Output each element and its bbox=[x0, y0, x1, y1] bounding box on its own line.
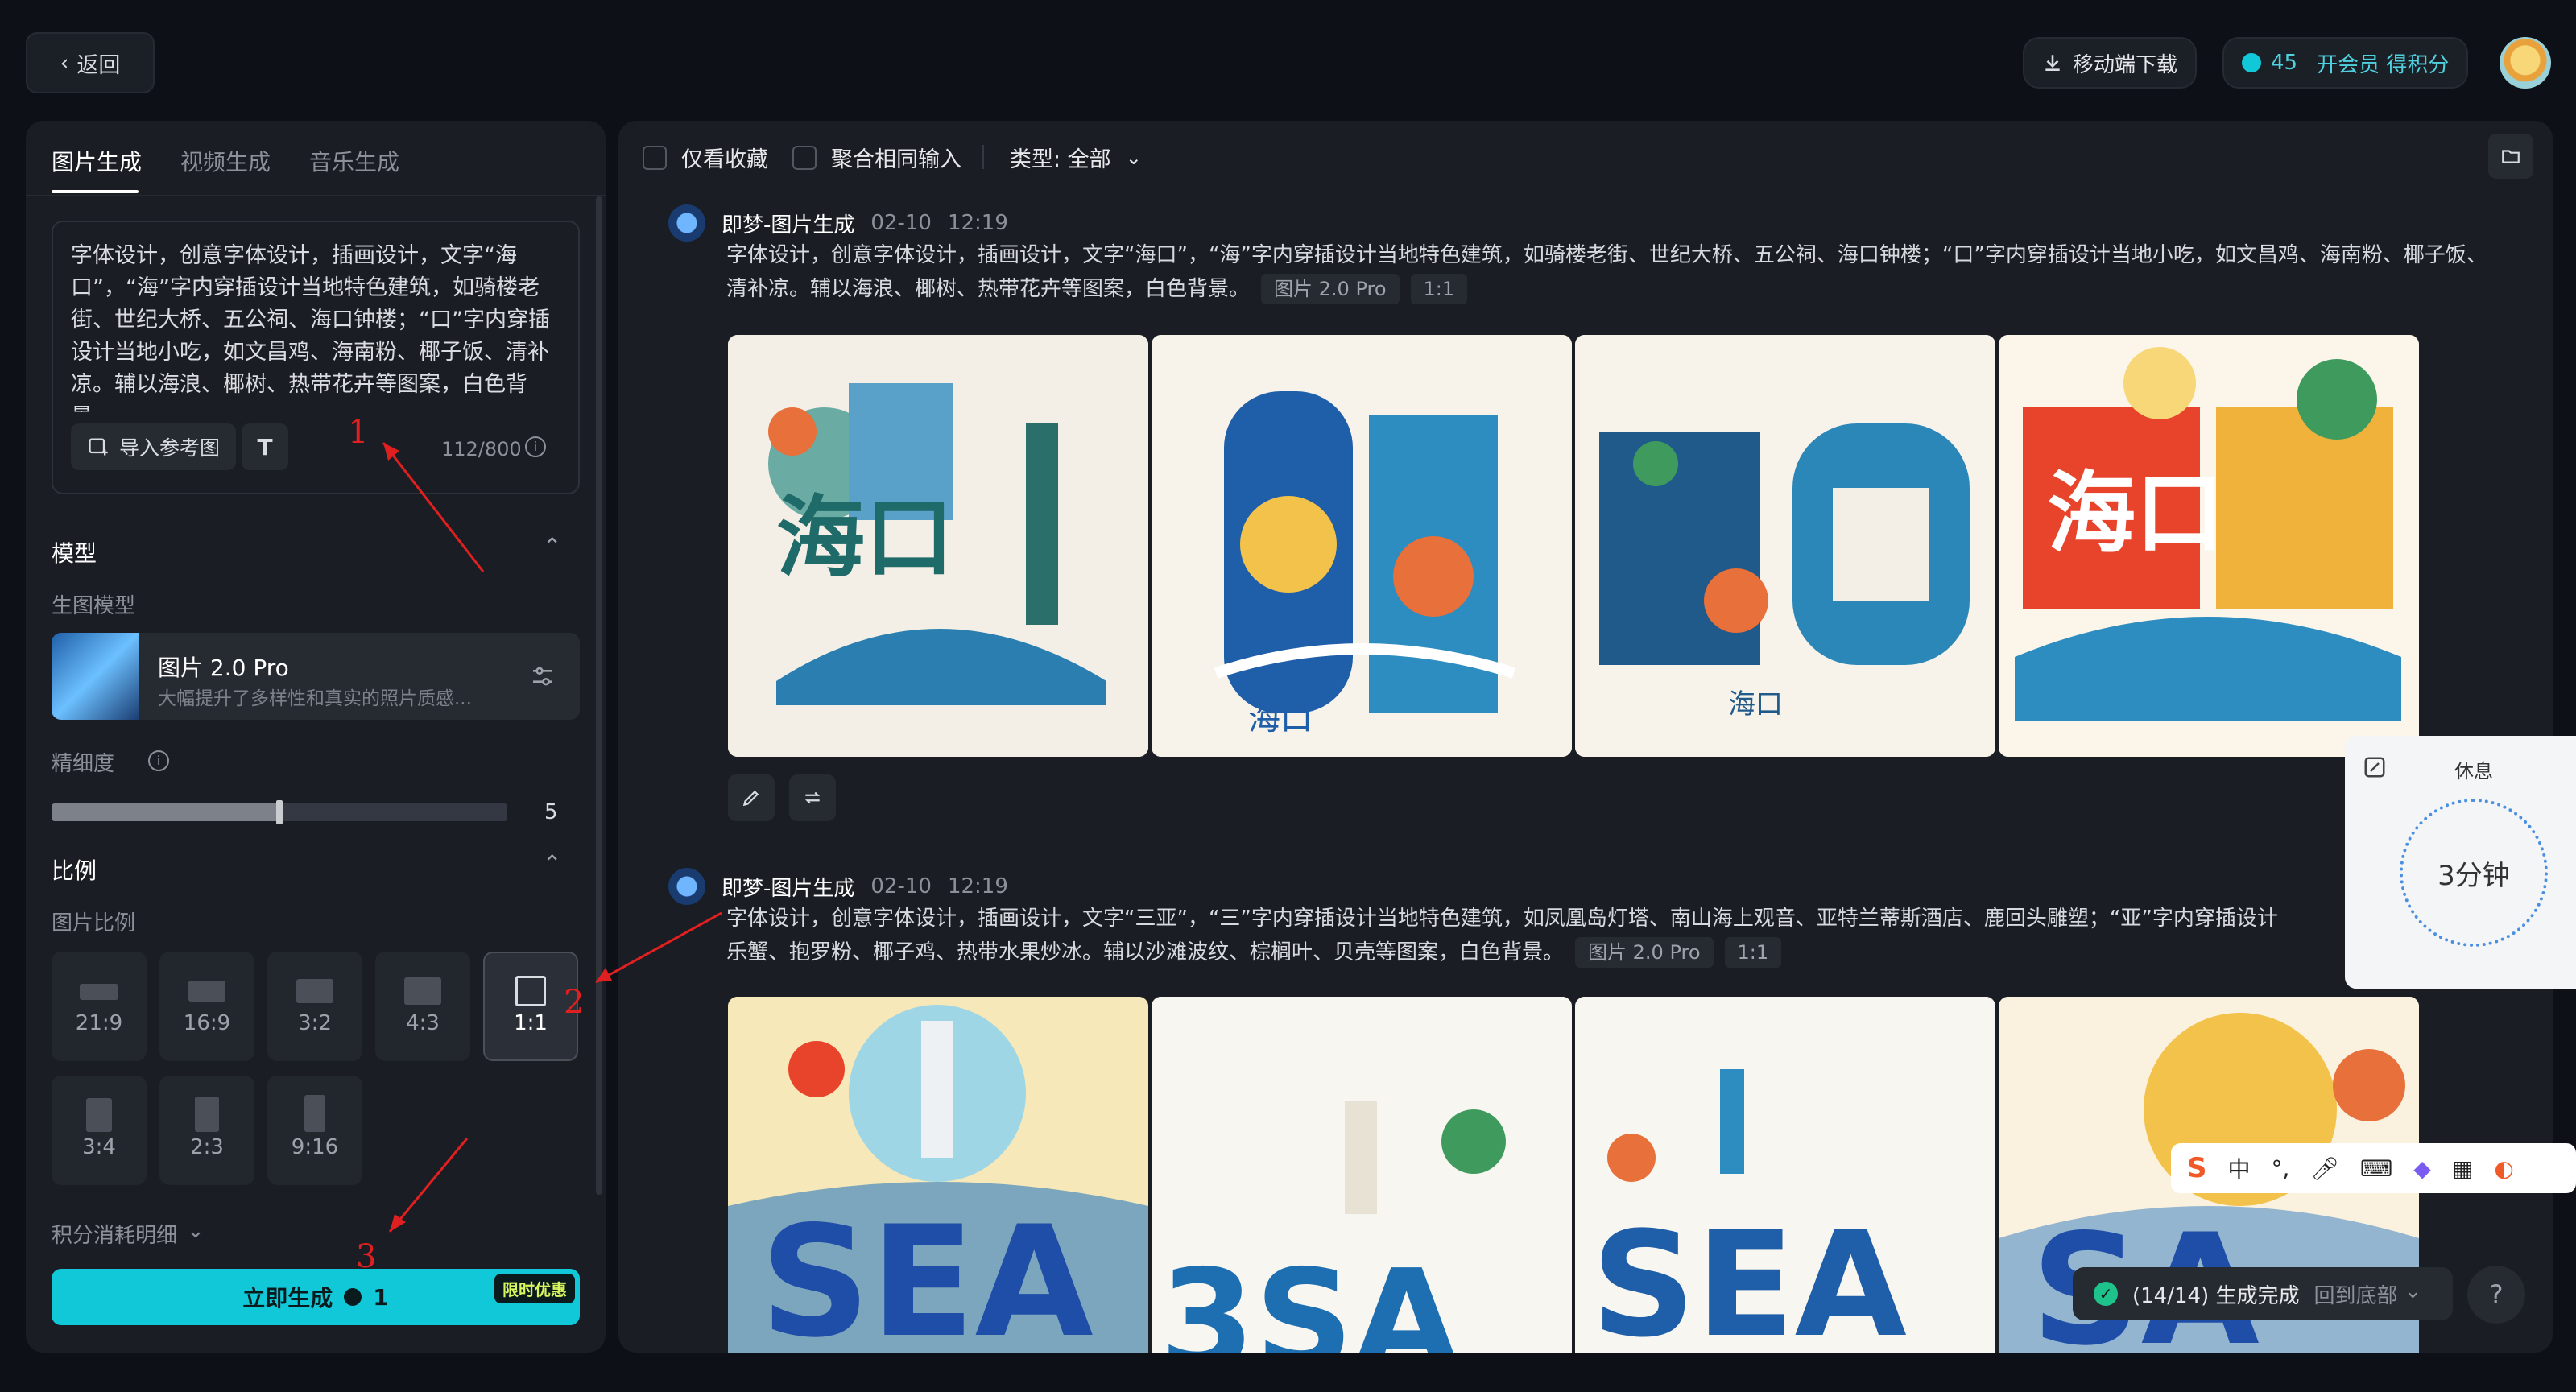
annotation-2: 2 bbox=[564, 984, 585, 1021]
annotation-1: 1 bbox=[348, 414, 369, 451]
annotation-arrows bbox=[382, 442, 722, 1233]
annotation-3: 3 bbox=[356, 1238, 377, 1275]
